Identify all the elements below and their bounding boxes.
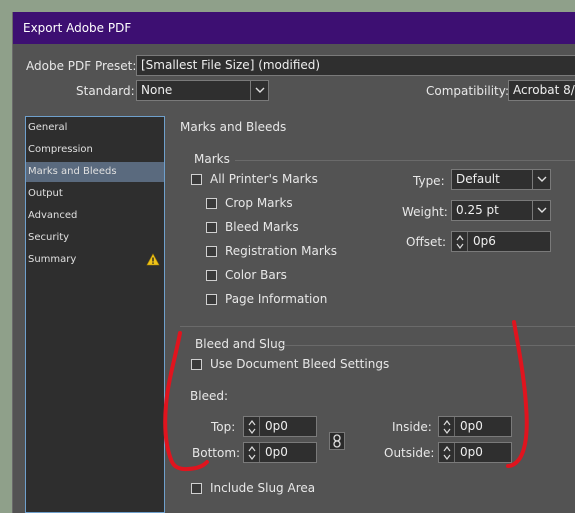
inside-bleed-value: 0p0: [460, 419, 483, 433]
type-value: Default: [456, 172, 500, 186]
sidebar-item-compression[interactable]: Compression: [26, 140, 164, 160]
compatibility-label: Compatibility:: [426, 84, 510, 98]
bleed-marks-checkbox[interactable]: [206, 222, 217, 233]
compatibility-dropdown[interactable]: Acrobat 8/: [508, 80, 575, 101]
bottom-bleed-stepper[interactable]: 0p0: [243, 442, 317, 463]
bleed-marks-label: Bleed Marks: [225, 220, 299, 234]
weight-label: Weight:: [402, 205, 448, 219]
marks-group-title: Marks: [194, 152, 230, 166]
chevron-down-icon: [250, 81, 268, 100]
sidebar-item-general[interactable]: General: [26, 118, 164, 138]
sidebar-item-label: Advanced: [28, 210, 78, 221]
offset-stepper[interactable]: 0p6: [451, 231, 551, 252]
export-dialog: Export Adobe PDF Adobe PDF Preset: [Smal…: [12, 12, 575, 513]
registration-marks-label: Registration Marks: [225, 244, 338, 258]
color-bars-checkbox[interactable]: [206, 270, 217, 281]
chevron-down-icon: [532, 201, 550, 220]
sidebar-item-label: Security: [28, 232, 70, 243]
bottom-bleed-value: 0p0: [265, 445, 288, 459]
sidebar-item-label: Summary: [28, 254, 77, 265]
inside-label: Inside:: [392, 420, 432, 434]
sidebar-item-label: Marks and Bleeds: [28, 166, 117, 177]
stepper-arrows-icon[interactable]: [452, 232, 468, 251]
sidebar-item-label: Output: [28, 188, 63, 199]
sidebar-item-security[interactable]: Security: [26, 228, 164, 248]
bleed-slug-group-title: Bleed and Slug: [195, 337, 286, 351]
registration-marks-checkbox[interactable]: [206, 246, 217, 257]
sidebar-item-output[interactable]: Output: [26, 184, 164, 204]
top-bleed-stepper[interactable]: 0p0: [243, 416, 317, 437]
sidebar-item-summary[interactable]: Summary: [26, 250, 164, 270]
type-dropdown[interactable]: Default: [451, 169, 551, 190]
window-title: Export Adobe PDF: [23, 21, 132, 35]
weight-dropdown[interactable]: 0.25 pt: [451, 200, 551, 221]
section-divider: [180, 326, 575, 327]
include-slug-label: Include Slug Area: [210, 481, 316, 495]
offset-label: Offset:: [406, 235, 447, 249]
sidebar: General Compression Marks and Bleeds Out…: [25, 116, 165, 513]
sidebar-item-advanced[interactable]: Advanced: [26, 206, 164, 226]
include-slug-checkbox[interactable]: [191, 483, 202, 494]
type-label: Type:: [413, 174, 445, 188]
top-bleed-value: 0p0: [265, 419, 288, 433]
compatibility-value: Acrobat 8/: [513, 83, 575, 97]
sidebar-item-label: Compression: [28, 144, 93, 155]
page-title: Marks and Bleeds: [180, 120, 287, 134]
outside-label: Outside:: [384, 446, 435, 460]
inside-bleed-stepper[interactable]: 0p0: [438, 416, 512, 437]
chevron-down-icon: [532, 170, 550, 189]
warning-triangle-icon: [146, 253, 160, 274]
color-bars-label: Color Bars: [225, 268, 287, 282]
stepper-arrows-icon[interactable]: [244, 443, 260, 462]
crop-marks-checkbox[interactable]: [206, 198, 217, 209]
link-chain-icon[interactable]: [329, 432, 345, 450]
preset-label: Adobe PDF Preset:: [26, 59, 137, 73]
use-document-bleed-checkbox[interactable]: [191, 359, 202, 370]
use-document-bleed-label: Use Document Bleed Settings: [210, 357, 390, 371]
page-information-checkbox[interactable]: [206, 294, 217, 305]
group-divider: [235, 160, 575, 161]
stepper-arrows-icon[interactable]: [439, 417, 455, 436]
stepper-arrows-icon[interactable]: [439, 443, 455, 462]
offset-value: 0p6: [473, 234, 496, 248]
all-printers-marks-checkbox[interactable]: [191, 174, 202, 185]
bleed-label: Bleed:: [190, 389, 228, 403]
page-information-label: Page Information: [225, 292, 328, 306]
stepper-arrows-icon[interactable]: [244, 417, 260, 436]
outside-bleed-value: 0p0: [460, 445, 483, 459]
group-divider: [283, 345, 575, 346]
preset-field[interactable]: [Smallest File Size] (modified): [136, 55, 575, 76]
all-printers-marks-label: All Printer's Marks: [210, 172, 318, 186]
standard-label: Standard:: [76, 84, 135, 98]
crop-marks-label: Crop Marks: [225, 196, 293, 210]
top-label: Top:: [211, 420, 236, 434]
sidebar-item-marks-and-bleeds[interactable]: Marks and Bleeds: [26, 162, 164, 182]
outside-bleed-stepper[interactable]: 0p0: [438, 442, 512, 463]
weight-value: 0.25 pt: [456, 203, 499, 217]
preset-value: [Smallest File Size] (modified): [141, 58, 321, 72]
standard-dropdown[interactable]: None: [136, 80, 269, 101]
title-bar: Export Adobe PDF: [13, 12, 575, 44]
bottom-label: Bottom:: [192, 446, 241, 460]
sidebar-item-label: General: [28, 122, 68, 133]
standard-value: None: [141, 83, 173, 97]
